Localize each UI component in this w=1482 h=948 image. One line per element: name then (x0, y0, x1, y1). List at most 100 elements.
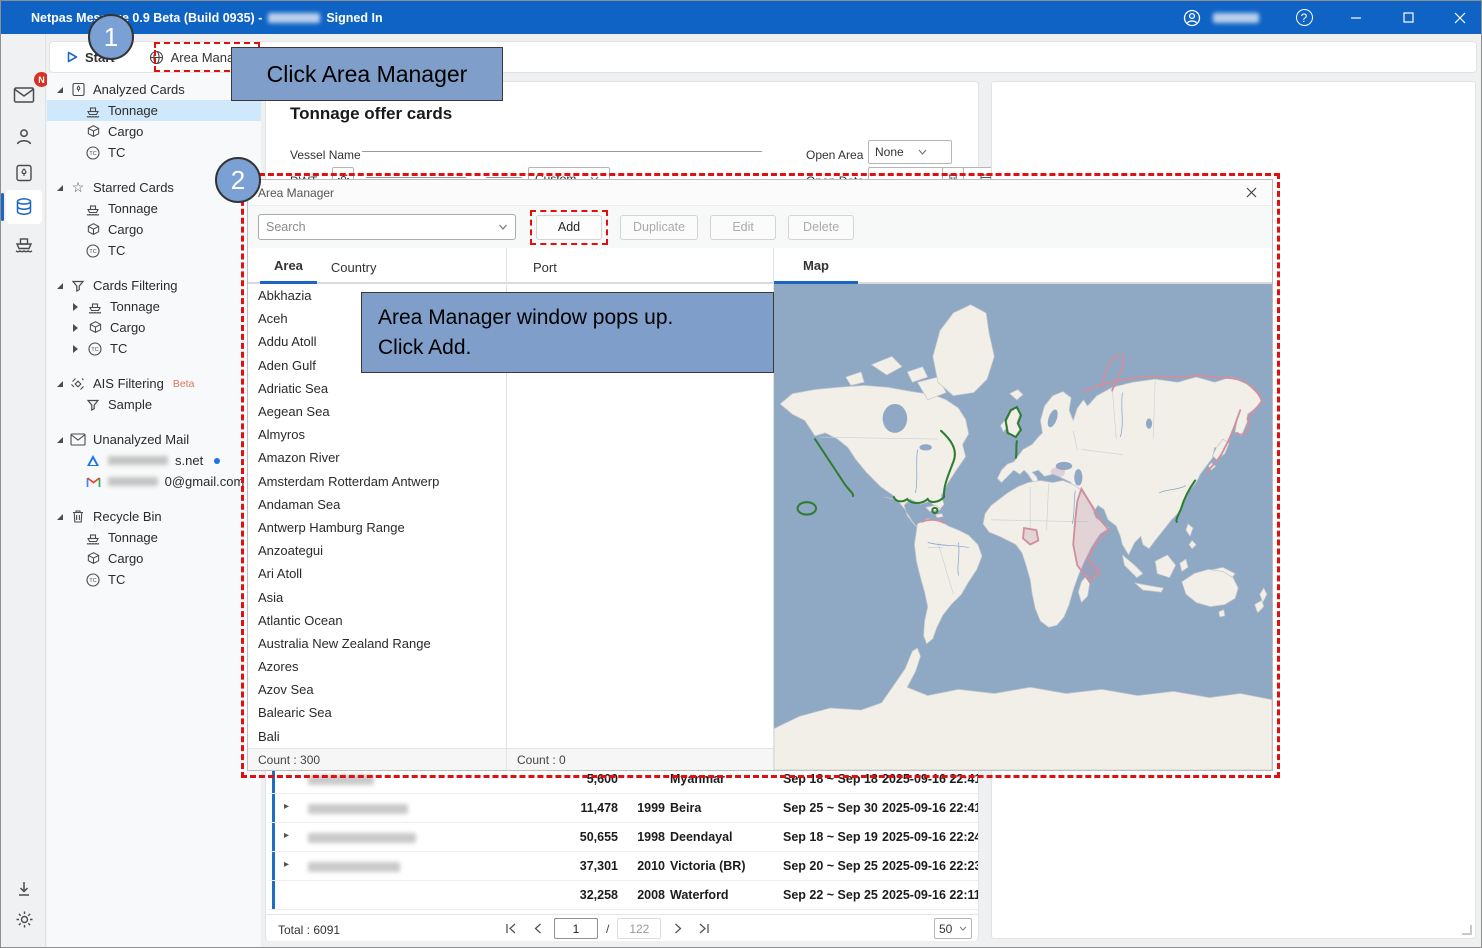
cell-open-port: Deendayal (670, 830, 780, 844)
dwt-min-input[interactable] (366, 160, 466, 178)
sidebar-item-filtering-tc[interactable]: TC TC (47, 338, 261, 359)
maximize-button[interactable] (1395, 5, 1421, 31)
area-list-item[interactable]: Balearic Sea (248, 701, 506, 724)
last-page-button[interactable] (695, 919, 713, 939)
close-icon (1454, 12, 1466, 24)
sidebar-item-starred-cargo[interactable]: Cargo (47, 219, 261, 240)
duplicate-button[interactable]: Duplicate (620, 215, 698, 240)
sidebar-item-mail-account-1[interactable]: s.net (47, 450, 261, 471)
row-expander-icon[interactable]: ▸ (284, 830, 289, 841)
tab-map[interactable]: Map (774, 250, 858, 284)
area-list-item[interactable]: Anzoategui (248, 539, 506, 562)
account-button[interactable] (1183, 9, 1265, 27)
sidebar-section-ais-filtering[interactable]: AIS Filtering Beta (47, 373, 261, 394)
nav-rail: N (1, 34, 46, 948)
sidebar-item-recycle-cargo[interactable]: Cargo (47, 548, 261, 569)
row-expander-icon[interactable]: ▸ (284, 801, 289, 812)
area-list-item[interactable]: Azov Sea (248, 678, 506, 701)
area-search-combobox[interactable] (258, 214, 516, 240)
rail-contacts-button[interactable] (6, 120, 42, 154)
close-button[interactable] (1447, 5, 1473, 31)
rail-download-button[interactable] (6, 872, 42, 906)
expander-closed-icon[interactable] (73, 303, 78, 311)
table-row[interactable]: ▸ 37,301 2010 Victoria (BR) Sep 20 ~ Sep… (268, 852, 978, 881)
section-label: Recycle Bin (93, 509, 162, 524)
open-area-select[interactable]: None (868, 140, 952, 164)
page-size-select[interactable]: 50 (934, 918, 972, 939)
sidebar-section-unanalyzed-mail[interactable]: Unanalyzed Mail (47, 429, 261, 450)
search-input[interactable] (266, 220, 498, 234)
sidebar-item-filtering-tonnage[interactable]: Tonnage (47, 296, 261, 317)
table-row[interactable]: ▸ 11,478 1999 Beira Sep 25 ~ Sep 30 2025… (268, 794, 978, 823)
dialog-close-button[interactable] (1240, 182, 1262, 204)
add-button[interactable]: Add (536, 215, 602, 240)
database-icon (14, 197, 34, 217)
area-list-item[interactable]: Atlantic Ocean (248, 609, 506, 632)
sidebar-item-starred-tc[interactable]: TC TC (47, 240, 261, 261)
sidebar-item-analyzed-cargo[interactable]: Cargo (47, 121, 261, 142)
rail-cards-button[interactable] (6, 156, 42, 190)
rail-analyzer-button[interactable] (6, 190, 42, 224)
cell-open-port: Myanmar (670, 772, 780, 786)
tab-area[interactable]: Area (260, 250, 317, 284)
world-map[interactable] (774, 284, 1272, 770)
total-count: Total : 6091 (278, 923, 340, 937)
area-list-item[interactable]: Australia New Zealand Range (248, 632, 506, 655)
area-list-item[interactable]: Almyros (248, 423, 506, 446)
area-list-item[interactable]: Aegean Sea (248, 400, 506, 423)
area-list-item[interactable]: Asia (248, 585, 506, 608)
tab-country[interactable]: Country (317, 250, 391, 284)
area-list-item[interactable]: Azores (248, 655, 506, 678)
expander-open-icon[interactable] (57, 87, 63, 93)
sidebar-item-recycle-tc[interactable]: TC TC (47, 569, 261, 590)
resize-grip[interactable] (1462, 925, 1472, 935)
row-expander-icon[interactable]: ▸ (284, 859, 289, 870)
edit-button[interactable]: Edit (710, 215, 776, 240)
sidebar-item-filtering-cargo[interactable]: Cargo (47, 317, 261, 338)
map-highlight-patch (1051, 467, 1065, 477)
rail-mail-button[interactable]: N (6, 78, 42, 112)
area-list-item[interactable]: Bali (248, 725, 506, 748)
tab-port[interactable]: Port (519, 250, 571, 284)
delete-button[interactable]: Delete (788, 215, 854, 240)
sidebar-section-recycle-bin[interactable]: Recycle Bin (47, 506, 261, 527)
area-list-item[interactable]: Adriatic Sea (248, 377, 506, 400)
sidebar-section-analyzed-cards[interactable]: Analyzed Cards (47, 79, 261, 100)
rail-ship-button[interactable] (6, 226, 42, 260)
cell-open-port: Victoria (BR) (670, 859, 780, 873)
title-bar: Netpas Message 0.9 Beta (Build 0935) -Si… (1, 1, 1481, 34)
area-list-item[interactable]: Amazon River (248, 446, 506, 469)
expander-open-icon[interactable] (57, 185, 63, 191)
expander-closed-icon[interactable] (73, 324, 78, 332)
dwt-max-input[interactable] (486, 160, 522, 178)
expander-open-icon[interactable] (57, 514, 63, 520)
first-page-button[interactable] (502, 919, 520, 939)
prev-page-button[interactable] (528, 919, 546, 939)
table-row[interactable]: ▸ 50,655 1998 Deendayal Sep 18 ~ Sep 19 … (268, 823, 978, 852)
sidebar-item-mail-account-2[interactable]: 0@gmail.com (47, 471, 261, 492)
section-label: Analyzed Cards (93, 82, 185, 97)
minimize-button[interactable] (1343, 5, 1369, 31)
expander-open-icon[interactable] (57, 381, 63, 387)
expander-open-icon[interactable] (57, 437, 63, 443)
sidebar-section-cards-filtering[interactable]: Cards Filtering (47, 275, 261, 296)
cell-laycan: Sep 22 ~ Sep 25 (783, 888, 883, 902)
expander-open-icon[interactable] (57, 283, 63, 289)
help-button[interactable]: ? (1291, 5, 1317, 31)
area-list-item[interactable]: Antwerp Hamburg Range (248, 516, 506, 539)
sidebar-item-recycle-tonnage[interactable]: Tonnage (47, 527, 261, 548)
expander-closed-icon[interactable] (73, 345, 78, 353)
sidebar-item-ais-sample[interactable]: Sample (47, 394, 261, 415)
area-list-item[interactable]: Amsterdam Rotterdam Antwerp (248, 470, 506, 493)
redacted-email (108, 477, 158, 486)
page-number-input[interactable] (554, 918, 598, 939)
vessel-name-input[interactable] (362, 134, 762, 152)
rail-settings-button[interactable] (6, 902, 42, 936)
table-row[interactable]: 32,258 2008 Waterford Sep 22 ~ Sep 25 20… (268, 881, 978, 910)
svg-text:TC: TC (89, 578, 96, 584)
next-page-button[interactable] (669, 919, 687, 939)
sidebar-item-analyzed-tonnage[interactable]: Tonnage (47, 100, 261, 121)
area-list-item[interactable]: Andaman Sea (248, 493, 506, 516)
area-list-item[interactable]: Ari Atoll (248, 562, 506, 585)
tree-item-label: Tonnage (108, 103, 158, 118)
